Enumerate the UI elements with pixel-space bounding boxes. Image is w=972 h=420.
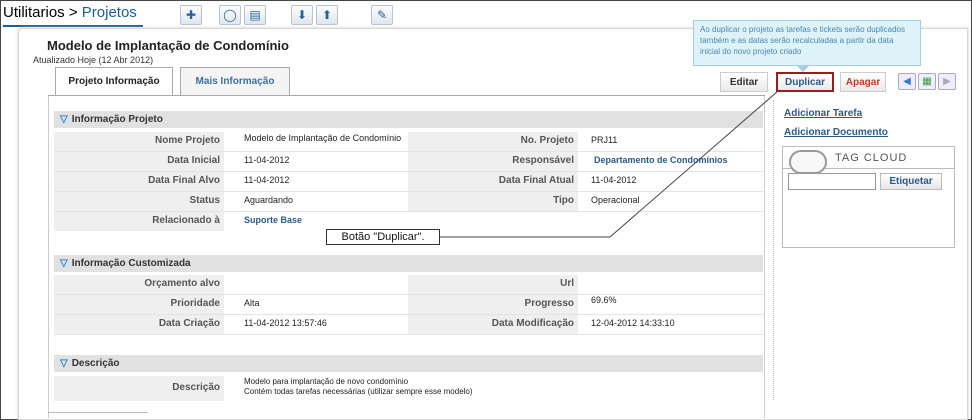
callout-leader-line xyxy=(440,90,779,238)
callout-label: Botão "Duplicar". xyxy=(326,229,440,245)
bottom-divider xyxy=(48,412,148,420)
